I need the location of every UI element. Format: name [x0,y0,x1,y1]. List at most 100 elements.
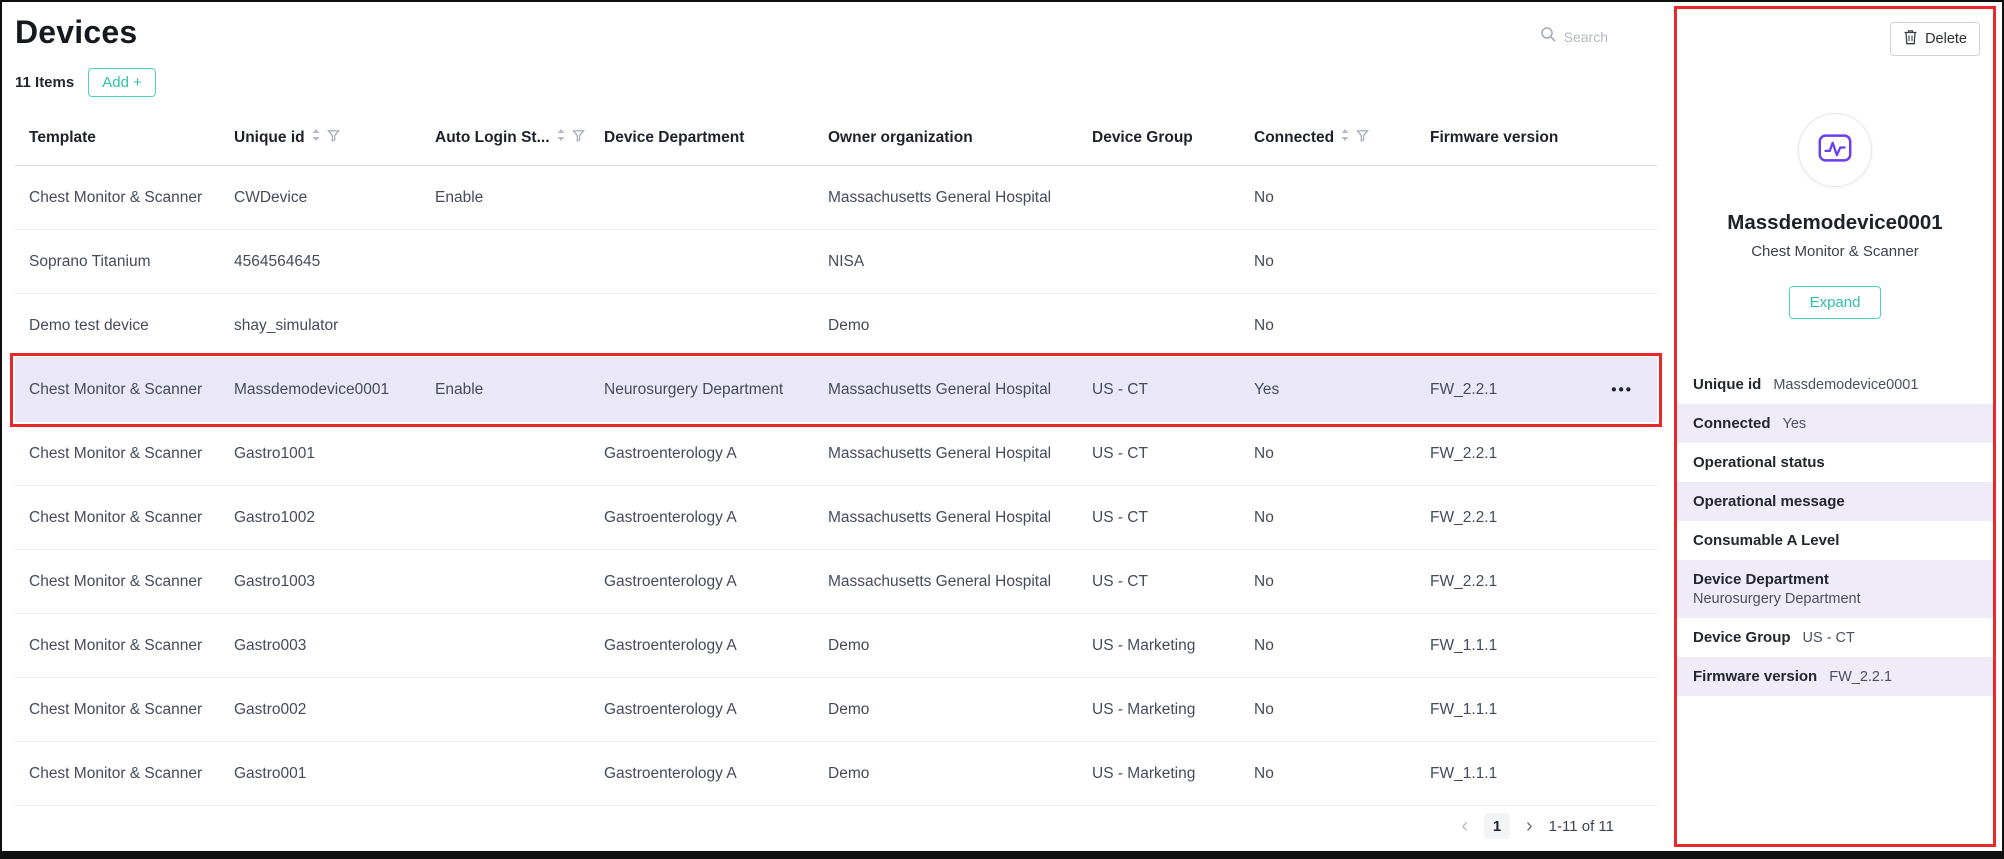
table-cell: No [1254,636,1274,654]
table-cell: Chest Monitor & Scanner [29,636,203,654]
table-cell: US - CT [1092,380,1148,398]
next-page-button[interactable]: › [1526,816,1533,836]
table-row[interactable]: Chest Monitor & Scanner Gastro1003 Gastroe… [15,550,1657,614]
table-row[interactable]: Chest Monitor & Scanner Gastro003 Gastroen… [15,614,1657,678]
column-label: Connected [1254,128,1335,146]
table-row[interactable]: Chest Monitor & Scanner Massdemodevice000… [10,353,1662,427]
trash-icon [1903,29,1918,49]
table-cell: Gastro001 [234,764,307,782]
table-cell: Demo [828,764,870,782]
device-name: Massdemodevice0001 [1727,211,1943,234]
field-label: Firmware version [1693,668,1818,685]
field-label: Operational status [1693,454,1825,471]
table-cell: NISA [828,252,865,270]
expand-button[interactable]: Expand [1788,286,1882,319]
delete-button[interactable]: Delete [1890,22,1980,56]
row-actions-menu[interactable]: ••• [1611,381,1633,398]
column-header-connected[interactable]: Connected [1240,128,1416,147]
table-cell: Gastro002 [234,700,307,718]
table-cell: Chest Monitor & Scanner [29,572,203,590]
table-cell: Chest Monitor & Scanner [29,444,203,462]
column-label: Device Department [604,128,745,146]
device-field-unique-id: Unique id Massdemodevice0001 [1677,365,1993,404]
column-header-unique-id[interactable]: Unique id [220,128,421,147]
field-value: FW_2.2.1 [1829,668,1893,685]
table-cell: No [1254,572,1274,590]
sort-icon[interactable] [1340,128,1350,147]
column-header-auto-login-st[interactable]: Auto Login St... [421,128,590,147]
devices-screen: Devices Search 11 Items Add + Template Un… [0,0,2004,859]
column-header-owner-organization: Owner organization [814,129,1078,147]
filter-icon[interactable] [571,129,585,147]
pagination: ‹ 1 › 1-11 of 11 [1461,813,1614,839]
device-type: Chest Monitor & Scanner [1751,243,1919,260]
filter-icon[interactable] [1356,129,1369,147]
field-label: Operational message [1693,493,1845,510]
table-cell: Enable [435,188,484,206]
table-cell: Gastroenterology A [604,444,737,462]
field-value: Yes [1782,415,1807,432]
table-cell: Enable [435,380,484,398]
table-cell: No [1254,188,1274,206]
table-cell: FW_2.2.1 [1430,444,1498,462]
table-cell: FW_2.2.1 [1430,508,1498,526]
table-cell: Chest Monitor & Scanner [29,764,203,782]
column-label: Device Group [1092,128,1193,146]
table-cell: Massachusetts General Hospital [828,188,1052,206]
table-cell: Demo test device [29,316,149,334]
column-label: Template [29,128,96,146]
table-cell: US - Marketing [1092,636,1196,654]
table-row[interactable]: Soprano Titanium 4564564645 NISA No [15,230,1657,294]
table-header-row: Template Unique id Auto Login St... Device … [15,110,1657,166]
table-cell: US - Marketing [1092,700,1196,718]
column-label: Owner organization [828,128,973,146]
device-field-device-department: Device Department Neurosurgery Department [1677,560,1993,618]
table-cell: Gastroenterology A [604,764,737,782]
table-cell: Massachusetts General Hospital [828,508,1052,526]
table-cell: Massachusetts General Hospital [828,444,1052,462]
table-cell: US - Marketing [1092,764,1196,782]
device-fields-list: Unique id Massdemodevice0001 Connected Yes O… [1677,365,1993,696]
column-header-device-group: Device Group [1078,129,1240,147]
device-avatar [1798,113,1872,187]
table-row[interactable]: Chest Monitor & Scanner Gastro1001 Gastroe… [15,422,1657,486]
table-cell: FW_2.2.1 [1430,572,1498,590]
prev-page-button[interactable]: ‹ [1461,816,1468,836]
table-cell: Gastro1003 [234,572,315,590]
table-cell: US - CT [1092,572,1148,590]
table-cell: US - CT [1092,508,1148,526]
table-cell: Gastroenterology A [604,508,737,526]
device-field-firmware-version: Firmware version FW_2.2.1 [1677,657,1993,696]
device-field-connected: Connected Yes [1677,404,1993,443]
delete-button-label: Delete [1925,31,1967,47]
table-cell: FW_1.1.1 [1430,764,1498,782]
table-cell: Chest Monitor & Scanner [29,700,203,718]
sort-icon[interactable] [556,128,566,147]
add-button[interactable]: Add + [88,68,156,97]
sort-icon[interactable] [311,128,321,147]
table-cell: Gastro1002 [234,508,315,526]
table-cell: No [1254,444,1274,462]
table-row[interactable]: Chest Monitor & Scanner Gastro1002 Gastroe… [15,486,1657,550]
table-cell: No [1254,252,1274,270]
table-row[interactable]: Chest Monitor & Scanner Gastro002 Gastroen… [15,678,1657,742]
table-cell: FW_1.1.1 [1430,636,1498,654]
search-placeholder: Search [1563,29,1608,45]
table-cell: US - CT [1092,444,1148,462]
table-cell: Chest Monitor & Scanner [29,380,203,398]
table-row[interactable]: Demo test device shay_simulator Demo No [15,294,1657,358]
current-page[interactable]: 1 [1484,813,1510,839]
table-cell: Chest Monitor & Scanner [29,508,203,526]
field-label: Unique id [1693,376,1762,393]
search-box[interactable]: Search [1540,26,1608,48]
field-label: Connected [1693,415,1771,432]
table-cell: Massachusetts General Hospital [828,380,1052,398]
table-cell: Gastroenterology A [604,572,737,590]
filter-icon[interactable] [326,129,340,147]
table-cell: FW_1.1.1 [1430,700,1498,718]
table-cell: 4564564645 [234,252,321,270]
table-row[interactable]: Chest Monitor & Scanner Gastro001 Gastroen… [15,742,1657,806]
table-cell: CWDevice [234,188,308,206]
table-cell: Massdemodevice0001 [234,380,390,398]
table-row[interactable]: Chest Monitor & Scanner CWDevice Enable Mas… [15,166,1657,230]
